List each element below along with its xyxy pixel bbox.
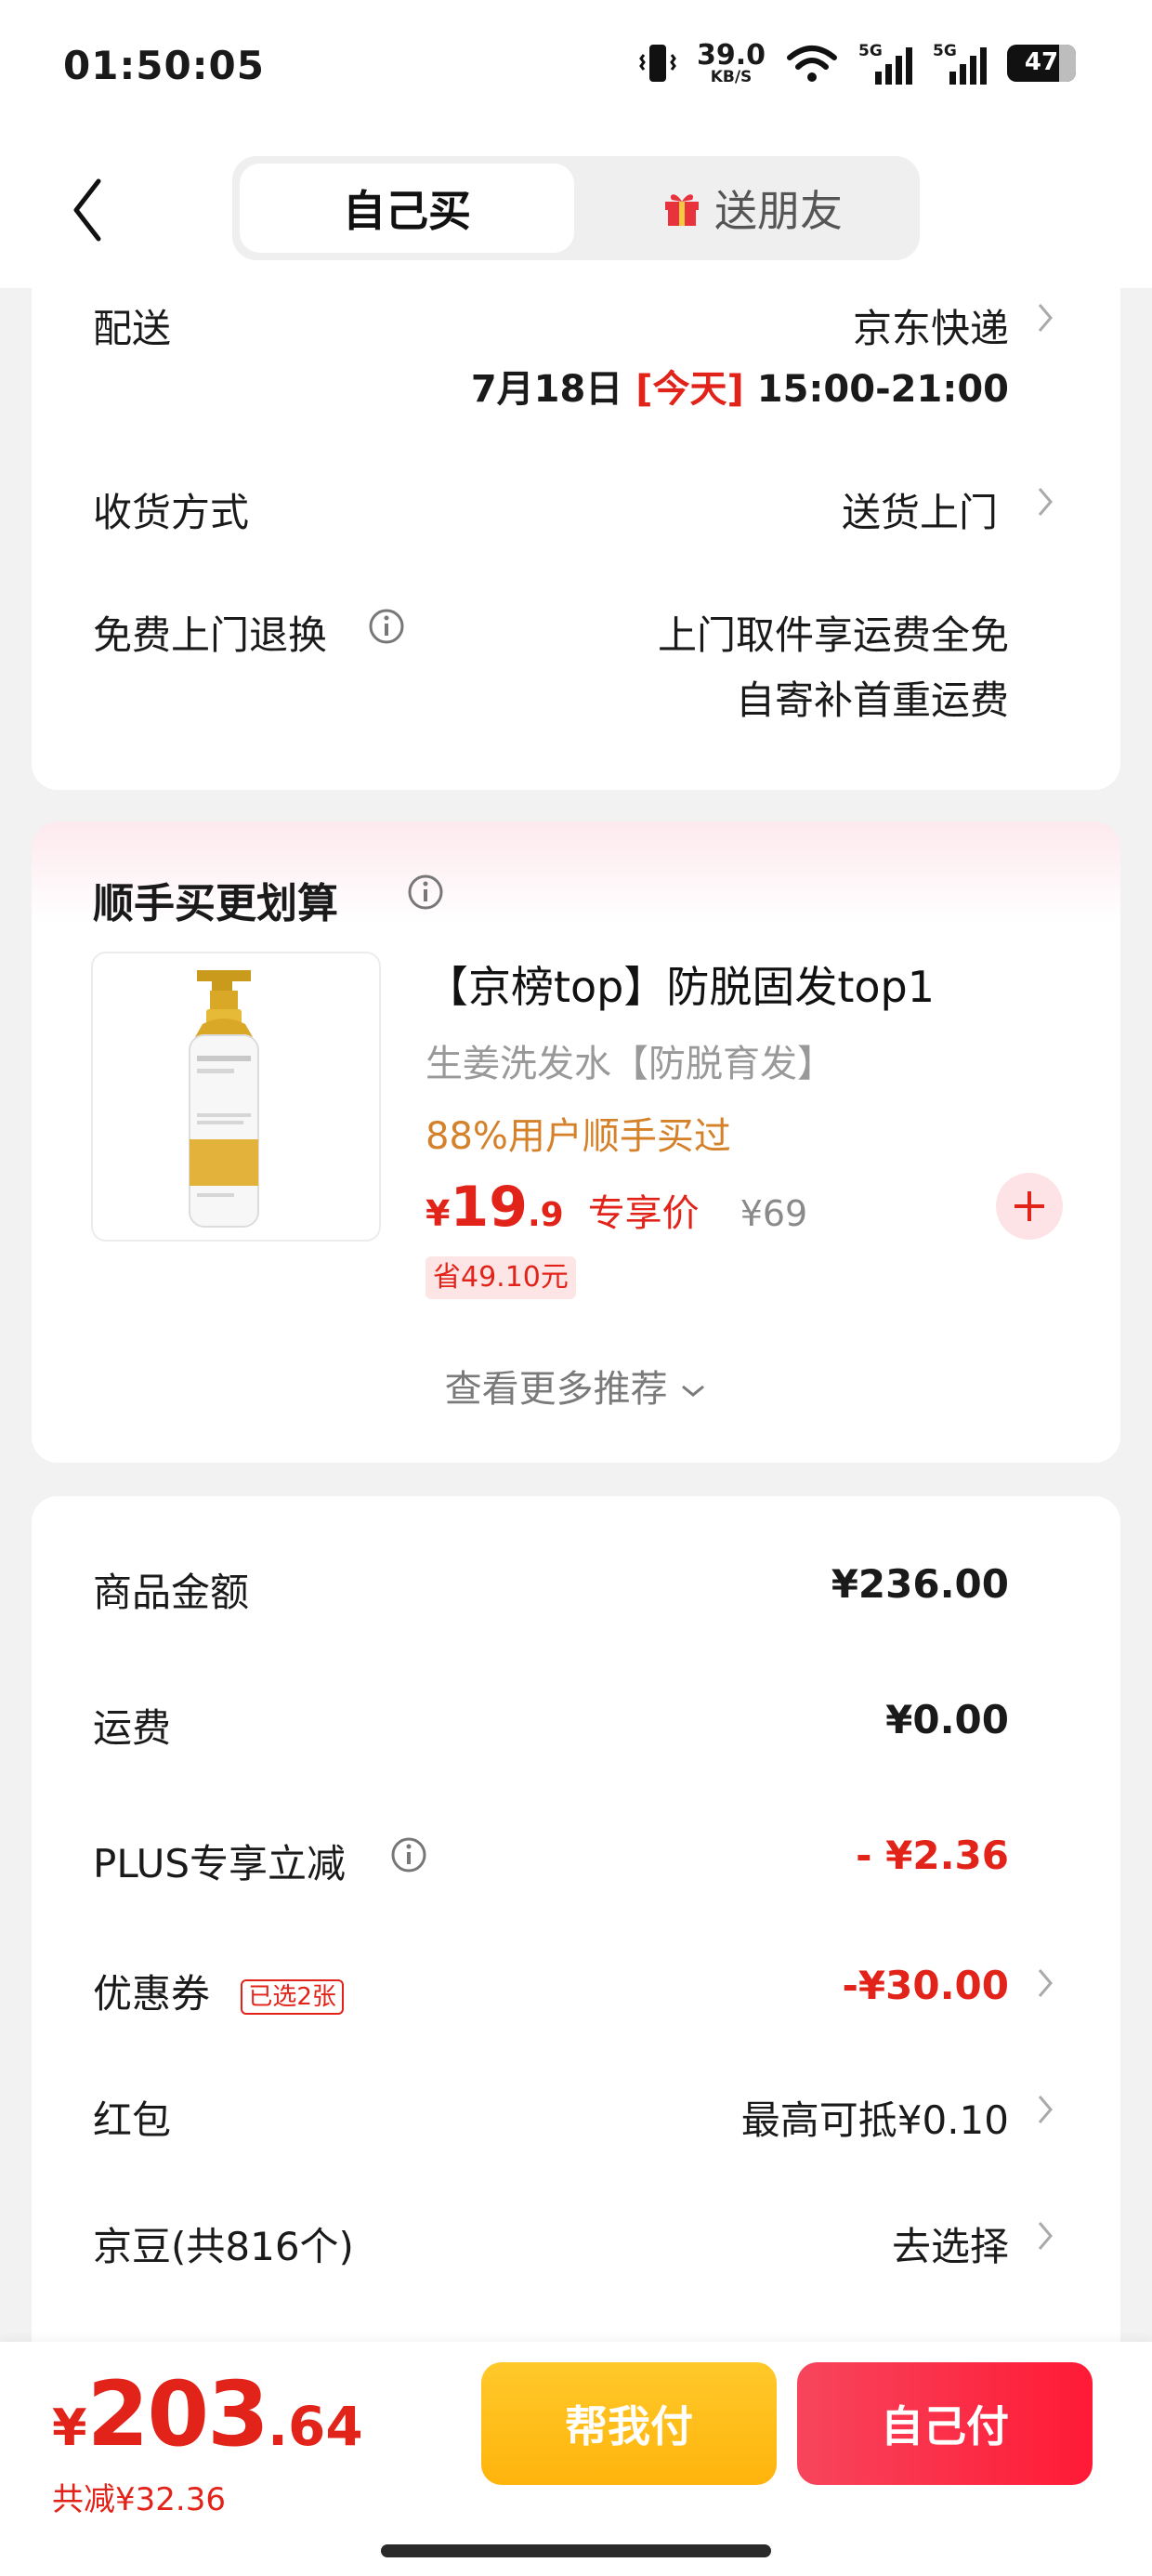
info-icon[interactable] [368, 608, 405, 645]
vibrate-icon [639, 45, 676, 82]
tab-send-to-friend[interactable]: 送朋友 [604, 164, 901, 253]
tab-buy-for-self[interactable]: 自己买 [240, 164, 574, 253]
net-speed: 39.0 KB/S [696, 38, 766, 86]
hongbao-value[interactable]: 最高可抵¥0.10 [741, 2089, 1009, 2146]
help-me-pay-button[interactable]: 帮我付 [481, 2362, 777, 2485]
header: 自己买 送朋友 [0, 138, 1152, 288]
shipping-value: ¥0.00 [885, 1697, 1009, 1742]
total-saved: 共减¥32.36 [52, 2481, 226, 2518]
product-image[interactable] [91, 952, 381, 1242]
pay-myself-button[interactable]: 自己付 [797, 2362, 1093, 2485]
battery-icon: 47 [1007, 45, 1076, 82]
back-arrow-icon [73, 178, 101, 242]
total-price: ¥ 203 .64 [52, 2362, 363, 2466]
delivery-carrier[interactable]: 京东快递 [853, 297, 1009, 354]
coupon-row-label[interactable]: 优惠券 已选2张 [93, 1963, 344, 2019]
delivery-card: 配送 京东快递 7月18日 [今天] 15:00-21:00 收货方式 送货上门… [32, 279, 1120, 790]
delivery-label: 配送 [93, 306, 172, 351]
order-summary-card: 商品金额 ¥236.00 运费 ¥0.00 PLUS专享立减 - ¥2.36 优… [32, 1496, 1120, 2425]
status-icons: 39.0 KB/S 5G 5G 47 [639, 37, 1076, 89]
recommend-title: 顺手买更划算 [93, 880, 338, 927]
chevron-right-icon[interactable] [1035, 2217, 1055, 2254]
see-more-recommend[interactable]: 查看更多推荐 [32, 1359, 1120, 1413]
status-time: 01:50:05 [63, 43, 265, 88]
signal-5g-2: 5G [933, 42, 987, 85]
delivery-date: 7月18日 [470, 368, 623, 411]
free-return-line1: 上门取件享运费全免 [657, 612, 1009, 658]
bottom-pay-bar: ¥ 203 .64 共减¥32.36 帮我付 自己付 [0, 2342, 1152, 2576]
coupon-badge: 已选2张 [241, 1978, 344, 2015]
add-to-order-button[interactable] [996, 1173, 1063, 1240]
goods-amount-value: ¥236.00 [831, 1561, 1009, 1607]
receive-method-value[interactable]: 送货上门 [842, 481, 998, 538]
today-tag: [今天] [635, 368, 744, 411]
wifi-icon [787, 46, 837, 82]
info-icon[interactable] [390, 1836, 427, 1873]
receive-method-label: 收货方式 [93, 490, 250, 535]
buy-rate: 88%用户顺手买过 [425, 1115, 731, 1158]
time-window: 15:00-21:00 [756, 368, 1009, 411]
chevron-right-icon[interactable] [1035, 483, 1055, 520]
back-button[interactable] [59, 173, 115, 247]
signal-bars-icon [875, 47, 912, 85]
chevron-down-icon [682, 1385, 705, 1397]
status-bar: 01:50:05 39.0 KB/S 5G 5G 47 [0, 0, 1152, 138]
tab-gift-label: 送朋友 [714, 186, 843, 236]
jingdou-label: 京豆(共816个) [93, 2224, 354, 2269]
signal-5g-1: 5G [858, 42, 912, 85]
info-icon[interactable] [407, 874, 444, 911]
plus-discount-label: PLUS专享立减 [93, 1841, 347, 1886]
plus-discount-value: - ¥2.36 [856, 1833, 1009, 1878]
shipping-label: 运费 [93, 1705, 172, 1751]
signal-bars-icon [949, 47, 987, 85]
free-return-line2: 自寄补首重运费 [735, 677, 1009, 723]
coupon-label: 优惠券 [93, 1971, 211, 2017]
recommend-card: 顺手买更划算 【京榜top】防脱固发top1 生姜洗发水【防脱育发】 88%用户… [32, 821, 1120, 1463]
goods-amount-label: 商品金额 [93, 1570, 250, 1615]
delivery-time: 7月18日 [今天] 15:00-21:00 [471, 359, 1009, 413]
product-subtitle: 生姜洗发水【防脱育发】 [425, 1043, 834, 1085]
plus-icon [1015, 1191, 1044, 1221]
free-return-label: 免费上门退换 [93, 612, 328, 658]
chevron-right-icon[interactable] [1035, 299, 1055, 336]
chevron-right-icon[interactable] [1035, 2091, 1055, 2128]
gift-icon [665, 194, 699, 226]
price-tag: 专享价 [587, 1192, 700, 1235]
save-tag: 省49.10元 [425, 1256, 576, 1299]
product-title[interactable]: 【京榜top】防脱固发top1 [425, 953, 935, 1015]
product-price: ¥ 19 .9 专享价 ¥69 [425, 1175, 808, 1240]
purchase-mode-switch: 自己买 送朋友 [232, 156, 920, 260]
shampoo-bottle-icon [189, 970, 259, 1228]
original-price: ¥69 [740, 1193, 808, 1234]
hongbao-label: 红包 [93, 2097, 172, 2143]
home-indicator[interactable] [381, 2544, 771, 2557]
jingdou-value[interactable]: 去选择 [892, 2215, 1009, 2272]
chevron-right-icon[interactable] [1035, 1965, 1055, 2002]
coupon-value[interactable]: -¥30.00 [842, 1963, 1009, 2008]
